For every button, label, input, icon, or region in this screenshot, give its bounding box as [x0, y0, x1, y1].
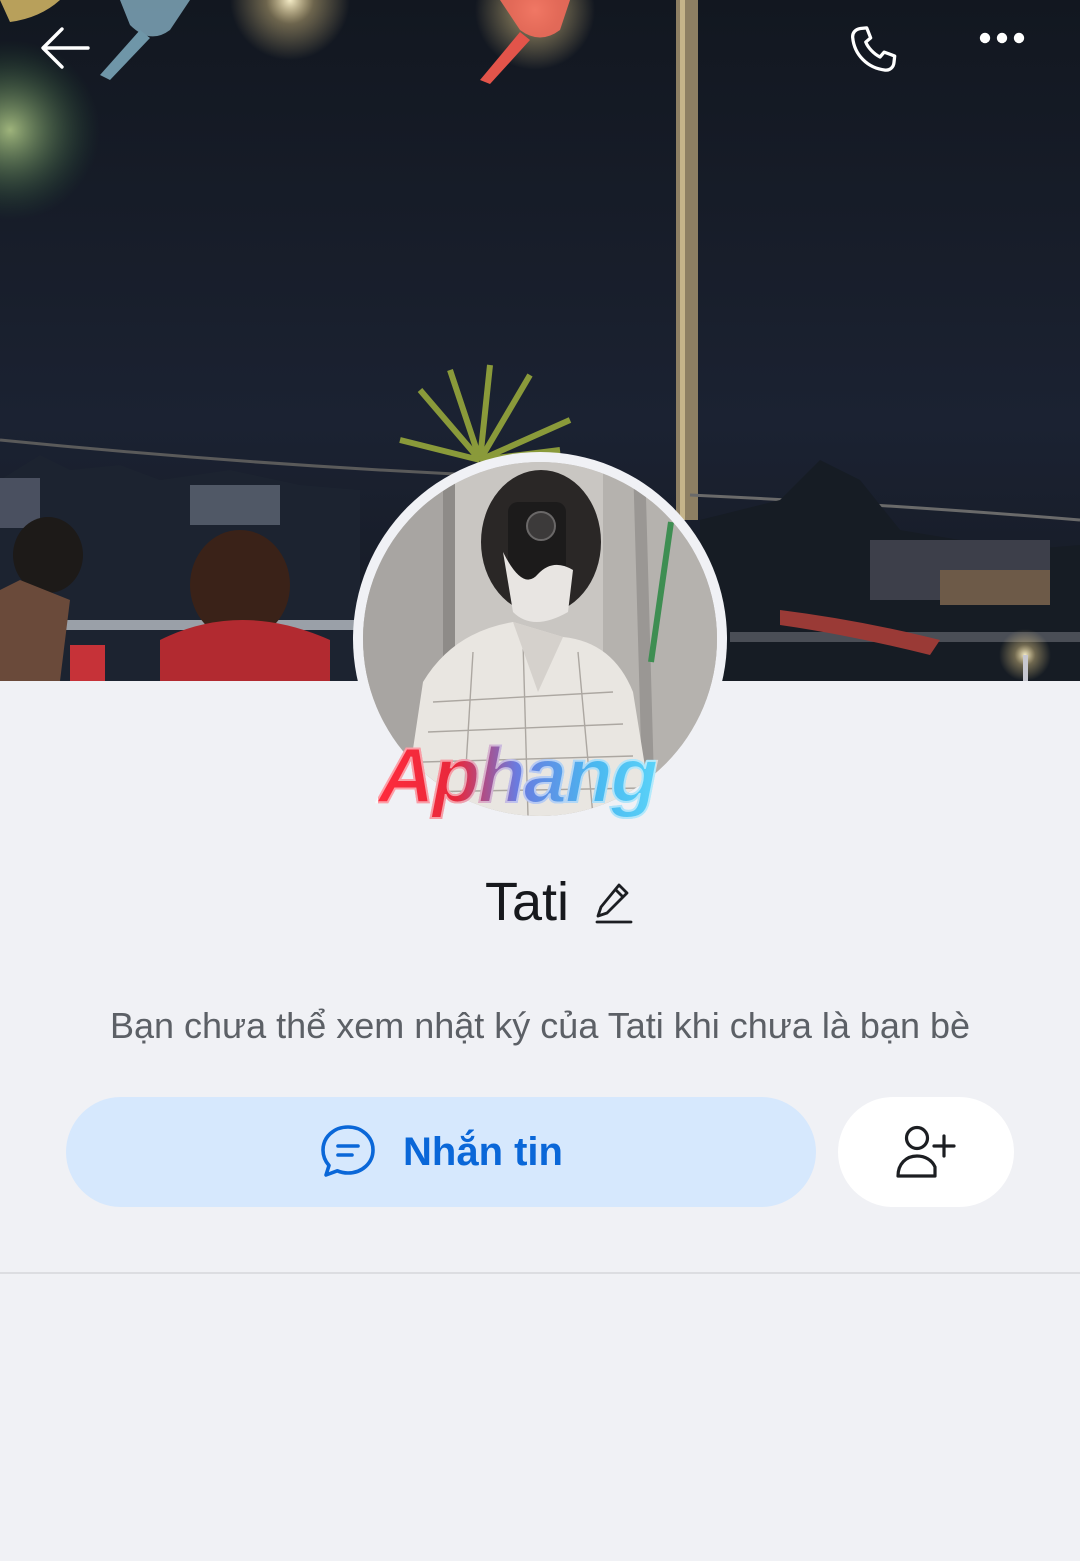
user-plus-icon — [896, 1125, 956, 1178]
add-friend-button[interactable] — [838, 1097, 1014, 1207]
message-button-label: Nhắn tin — [403, 1129, 563, 1174]
profile-name-row: Tati — [0, 862, 1080, 942]
message-button[interactable]: Nhắn tin — [66, 1097, 816, 1207]
section-divider — [0, 1272, 1080, 1274]
profile-name: Tati — [484, 872, 570, 932]
chat-bubble-icon — [321, 1125, 375, 1177]
pencil-icon[interactable] — [593, 879, 635, 925]
arrow-left-icon — [41, 27, 90, 69]
more-dots-icon — [979, 32, 1025, 44]
watermark-logo: Aphang — [377, 730, 708, 830]
more-options-button[interactable] — [978, 30, 1050, 86]
privacy-notice: Bạn chưa thể xem nhật ký của Tati khi ch… — [109, 1005, 971, 1046]
back-button[interactable] — [40, 25, 120, 95]
phone-icon — [851, 26, 897, 72]
watermark-text: Aphang — [377, 730, 659, 820]
call-button[interactable] — [845, 22, 923, 94]
